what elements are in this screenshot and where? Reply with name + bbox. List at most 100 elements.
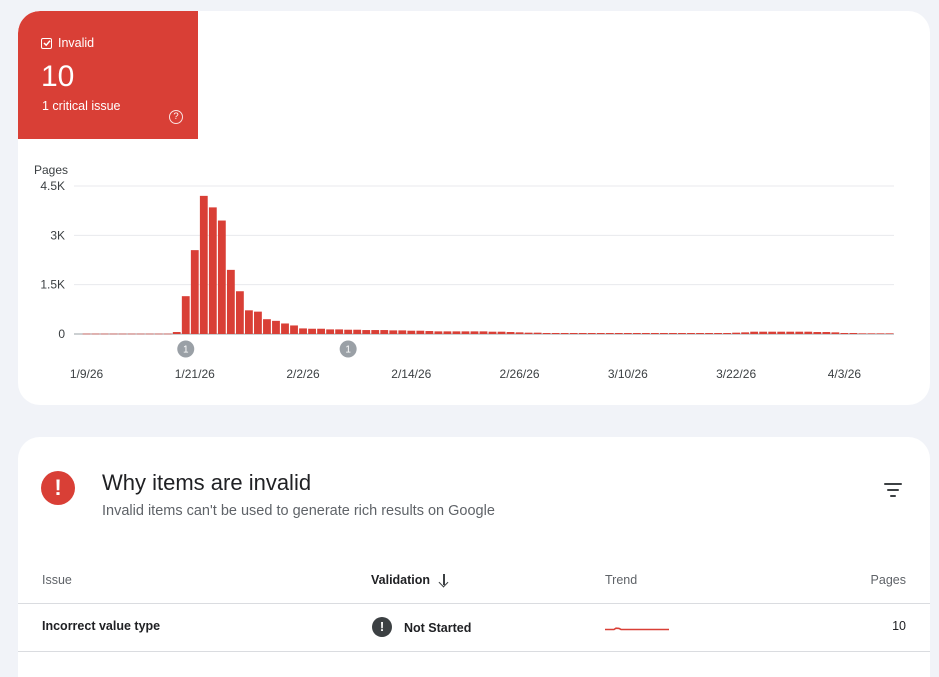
chart-bar[interactable] [614,333,623,334]
chart-bar[interactable] [82,333,91,335]
chart-bar[interactable] [596,333,605,334]
chart-bar[interactable] [109,333,118,335]
chart-bar[interactable] [425,331,434,334]
chart-bar[interactable] [696,333,704,334]
chart-bar[interactable] [335,329,344,334]
chart-bar[interactable] [407,330,416,334]
chart-bar[interactable] [732,332,741,334]
chart-bar[interactable] [91,333,100,335]
chart-bar[interactable] [515,332,524,334]
chart-bar[interactable] [272,320,280,334]
chart-bar[interactable] [163,333,172,335]
chart-bar[interactable] [524,332,533,334]
chart-bar[interactable] [569,333,578,334]
column-pages[interactable]: Pages [871,573,906,587]
chart-bar[interactable] [687,333,695,334]
chart-bar[interactable] [813,332,822,334]
chart-bar[interactable] [344,329,353,334]
chart-bar[interactable] [795,331,804,334]
chart-bar[interactable] [876,333,885,334]
arrow-down-icon[interactable] [438,573,450,587]
chart-bar[interactable] [587,333,596,334]
chart-bar[interactable] [118,333,127,335]
chart-bar[interactable] [605,333,614,334]
chart-bar[interactable] [235,291,244,334]
svg-text:1: 1 [345,345,351,356]
chart-bar[interactable] [669,333,677,334]
chart-bar[interactable] [308,328,316,334]
chart-bar[interactable] [804,331,813,334]
chart-bar[interactable] [551,333,560,334]
chart-bar[interactable] [768,331,777,334]
chart-bar[interactable] [190,250,199,334]
chart-bar[interactable] [380,330,389,334]
chart-bar[interactable] [660,333,668,334]
chart-bar[interactable] [281,323,289,334]
chart-bar[interactable] [172,332,181,334]
chart-bar[interactable] [254,311,262,334]
column-trend[interactable]: Trend [605,573,637,587]
chart-bar[interactable] [560,333,569,334]
chart-bar[interactable] [786,331,795,334]
chart-bar[interactable] [488,331,497,334]
chart-bar[interactable] [506,332,515,334]
chart-bar[interactable] [723,333,731,334]
table-row[interactable]: Incorrect value type ! Not Started 10 [18,603,930,652]
chart-bar[interactable] [714,333,722,334]
chart-bar[interactable] [145,333,154,335]
chart-bar[interactable] [226,269,235,334]
column-validation[interactable]: Validation [371,573,450,587]
chart-bar[interactable] [127,333,136,335]
chart-bar[interactable] [479,331,488,334]
chart-bar[interactable] [434,331,443,334]
chart-bar[interactable] [181,296,190,334]
chart-bar[interactable] [651,333,659,334]
chart-bar[interactable] [759,331,768,334]
chart-bar[interactable] [416,330,425,334]
chart-bar[interactable] [822,332,831,334]
chart-bar[interactable] [443,331,452,334]
chart-bar[interactable] [371,330,380,334]
chart-bar[interactable] [885,333,894,334]
chart-bar[interactable] [398,330,407,334]
chart-bar[interactable] [154,333,163,335]
chart-bar[interactable] [461,331,470,334]
chart-bar[interactable] [317,328,325,334]
column-issue[interactable]: Issue [42,573,72,587]
chart-bar[interactable] [678,333,686,334]
chart-bar[interactable] [831,332,840,334]
chart-bar[interactable] [849,333,858,334]
chart-bar[interactable] [623,333,632,334]
chart-bar[interactable] [362,330,371,334]
chart-bar[interactable] [389,330,398,334]
chart-bar[interactable] [632,333,641,334]
chart-bar[interactable] [777,331,786,334]
chart-bar[interactable] [217,220,226,334]
annotation-marker[interactable]: 1 [339,340,357,358]
chart-bar[interactable] [245,310,253,334]
annotation-marker[interactable]: 1 [177,340,195,358]
chart-bar[interactable] [290,325,298,334]
chart-bar[interactable] [470,331,479,334]
chart-bar[interactable] [136,333,145,335]
chart-bar[interactable] [858,333,867,334]
chart-bar[interactable] [299,328,307,334]
chart-bar[interactable] [199,195,208,334]
chart-bar[interactable] [750,331,759,334]
chart-bar[interactable] [497,331,506,334]
chart-bar[interactable] [705,333,713,334]
chart-bar[interactable] [353,329,362,334]
chart-bar[interactable] [263,319,271,334]
chart-bar[interactable] [326,329,335,334]
chart-bar[interactable] [100,333,109,335]
chart-bar[interactable] [452,331,461,334]
chart-bar[interactable] [533,332,542,334]
chart-bar[interactable] [578,333,587,334]
chart-bar[interactable] [542,333,551,334]
filter-icon[interactable] [883,482,903,498]
chart-bar[interactable] [208,207,217,334]
chart-bar[interactable] [641,333,650,334]
chart-bar[interactable] [867,333,876,334]
chart-bar[interactable] [840,333,849,334]
chart-bar[interactable] [741,332,750,334]
